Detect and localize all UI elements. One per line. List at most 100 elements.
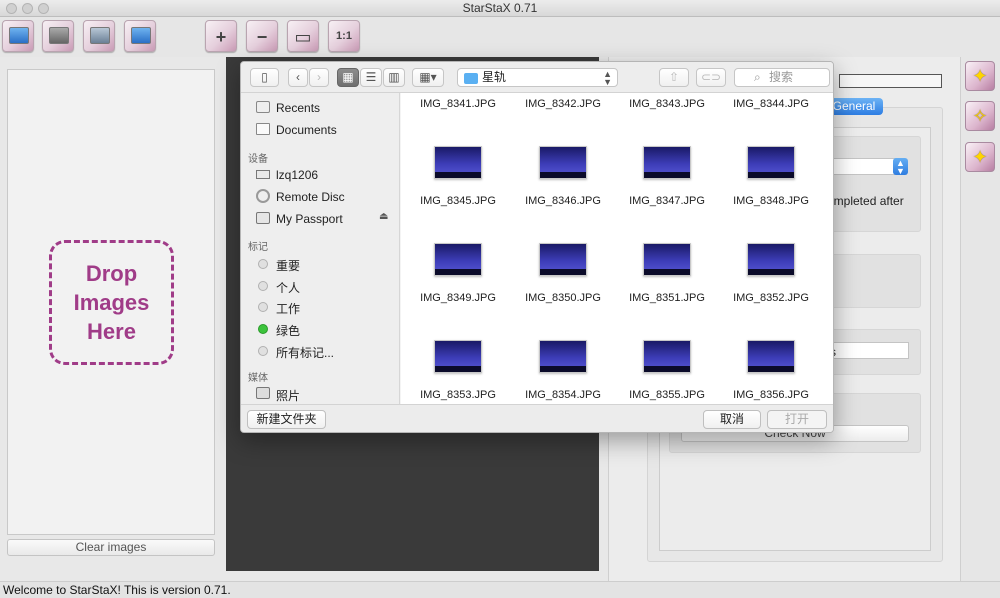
sidebar-tag-green[interactable]: 绿色 (241, 318, 399, 338)
chevron-left-icon: ‹ (296, 70, 300, 84)
sidebar-item-photos[interactable]: 照片 (241, 383, 399, 403)
share-button[interactable]: ⇧ (659, 68, 689, 87)
documents-icon (256, 123, 270, 135)
save-as-button[interactable] (124, 20, 156, 52)
star-trails-mode-button[interactable]: ✦ (965, 61, 995, 91)
file-name-label: IMG_8351.JPG (629, 292, 705, 304)
open-dark-frames-button[interactable] (42, 20, 74, 52)
tag-icon: ⊂⊃ (700, 70, 722, 84)
blend-icon: ✦ (972, 147, 988, 167)
file-name-label: IMG_8345.JPG (420, 195, 496, 207)
title-bar: StarStaX 0.71 (0, 0, 1000, 17)
file-item[interactable]: IMG_8354.JPG (511, 340, 615, 404)
back-button[interactable]: ‹ (288, 68, 308, 87)
save-icon (90, 27, 110, 44)
file-name-label: IMG_8347.JPG (629, 195, 705, 207)
list-view-icon: ☰ (365, 70, 377, 84)
file-name-label: IMG_8354.JPG (525, 389, 601, 401)
sidebar-item-documents[interactable]: Documents (241, 119, 399, 139)
grid-view-icon: ▦ (342, 70, 354, 84)
sidebar-tag-work[interactable]: 工作 (241, 296, 399, 316)
folder-open-icon (9, 27, 29, 44)
tag-button[interactable]: ⊂⊃ (696, 68, 726, 87)
path-popup-label: 星轨 (482, 70, 507, 84)
image-list-panel: Drop Images Here Clear images (0, 57, 224, 581)
new-folder-button[interactable]: 新建文件夹 (247, 410, 326, 429)
sidebar-item-my-passport[interactable]: My Passport ⏏ (241, 208, 399, 228)
media-header: 媒体 (248, 373, 268, 384)
icon-view-button[interactable]: ▦ (337, 68, 359, 87)
settings-top-field[interactable] (839, 74, 942, 88)
eject-icon[interactable]: ⏏ (379, 211, 388, 222)
file-name-label: IMG_8344.JPG (733, 98, 809, 110)
file-name-label: IMG_8356.JPG (733, 389, 809, 401)
dialog-sidebar: Recents Documents 设备 lzq1206 Remote Disc… (241, 93, 400, 404)
chevron-right-icon: › (317, 70, 321, 84)
file-item[interactable]: IMG_8355.JPG (615, 340, 719, 404)
sidebar-toggle-button[interactable]: ▯ (250, 68, 279, 87)
tag-dot-icon (258, 281, 268, 291)
arrange-button[interactable]: ▦▾ (412, 68, 444, 87)
zoom-out-button[interactable]: − (246, 20, 278, 52)
sidebar-tag-personal[interactable]: 个人 (241, 275, 399, 295)
zoom-window-button[interactable] (38, 3, 49, 14)
sidebar-toggle-icon: ▯ (261, 70, 268, 84)
file-grid: IMG_8341.JPG IMG_8342.JPG IMG_8343.JPG IMG_… (401, 93, 833, 404)
image-drop-area[interactable]: Drop Images Here (7, 69, 215, 535)
drive-icon (256, 212, 270, 224)
file-item[interactable]: IMG_8353.JPG (406, 340, 510, 404)
close-window-button[interactable] (6, 3, 17, 14)
tag-dot-icon (258, 346, 268, 356)
file-name-label: IMG_8343.JPG (629, 98, 705, 110)
blend-mode-button[interactable]: ✦ (965, 142, 995, 172)
tag-dot-icon (258, 302, 268, 312)
sidebar-tag-all[interactable]: 所有标记... (241, 340, 399, 360)
sidebar-item-recents[interactable]: Recents (241, 97, 399, 117)
tags-header: 标记 (248, 242, 268, 253)
minimize-window-button[interactable] (22, 3, 33, 14)
window-title: StarStaX 0.71 (462, 1, 538, 15)
disc-icon (256, 189, 270, 203)
search-placeholder: 搜索 (769, 70, 794, 84)
open-images-button[interactable] (2, 20, 34, 52)
file-name-label: IMG_8353.JPG (420, 389, 496, 401)
file-name-label: IMG_8355.JPG (629, 389, 705, 401)
file-item[interactable]: IMG_8356.JPG (719, 340, 823, 404)
sidebar-item-lzq1206[interactable]: lzq1206 (241, 164, 399, 184)
file-name-label: IMG_8342.JPG (525, 98, 601, 110)
image-thumbnail-icon (643, 146, 691, 179)
cancel-button[interactable]: 取消 (703, 410, 761, 429)
save-image-button[interactable] (83, 20, 115, 52)
open-button[interactable]: 打开 (767, 410, 827, 429)
select-stepper-icon[interactable]: ▲ ▼ (893, 158, 908, 176)
file-name-label: IMG_8349.JPG (420, 292, 496, 304)
image-thumbnail-icon (643, 340, 691, 373)
dialog-toolbar: ▯ ‹ › ▦ ☰ ▥ ▦▾ 星轨 ▲ ▼ ⇧ ⊂⊃ ⌕ 搜索 (241, 62, 833, 93)
actual-size-button[interactable]: 1:1 (328, 20, 360, 52)
dialog-footer: 新建文件夹 取消 打开 (241, 404, 833, 432)
mode-icon-strip: ✦ ✧ ✦ (960, 57, 1000, 581)
devices-header: 设备 (248, 154, 268, 165)
completed-after-label: ompleted after (827, 194, 904, 208)
sidebar-item-remote-disc[interactable]: Remote Disc (241, 186, 399, 206)
image-thumbnail-icon (539, 340, 587, 373)
search-field[interactable]: ⌕ 搜索 (734, 68, 830, 87)
clear-images-button[interactable]: Clear images (7, 539, 215, 556)
green-tag-dot-icon (258, 324, 268, 334)
search-icon: ⌕ (754, 70, 761, 84)
actual-size-icon: 1:1 (336, 30, 352, 42)
computer-icon (256, 170, 270, 179)
fit-window-icon: ▭ (294, 27, 312, 47)
forward-button[interactable]: › (309, 68, 329, 87)
image-thumbnail-icon (434, 340, 482, 373)
zoom-in-button[interactable]: + (205, 20, 237, 52)
sidebar-tag-important[interactable]: 重要 (241, 253, 399, 273)
settings-text-field[interactable] (829, 342, 909, 359)
fit-window-button[interactable]: ▭ (287, 20, 319, 52)
path-popup[interactable]: 星轨 ▲ ▼ (457, 68, 618, 87)
list-view-button[interactable]: ☰ (360, 68, 382, 87)
column-view-button[interactable]: ▥ (383, 68, 405, 87)
comet-mode-button[interactable]: ✧ (965, 101, 995, 131)
image-thumbnail-icon (643, 243, 691, 276)
drop-images-label: Drop Images Here (49, 240, 174, 365)
